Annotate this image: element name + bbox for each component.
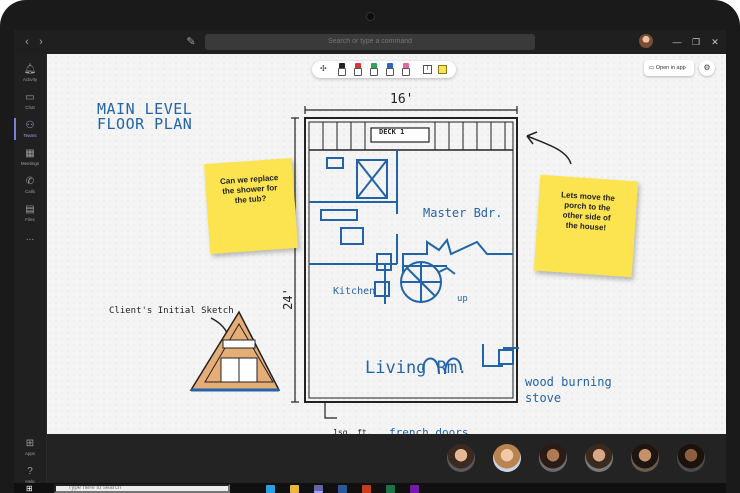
excel-icon[interactable] [386,485,395,493]
app-rail: 🔔︎ Activity ▭ Chat ⚇ Teams ▦ Meetings ✆ … [14,54,46,493]
help-icon: ? [27,466,33,477]
calendar-icon: ▦ [25,148,35,159]
width-dimension-label: 16' [390,92,414,107]
file-icon: ▤ [25,204,35,215]
rail-item-apps[interactable]: ⊞ Apps [14,434,46,462]
word-icon[interactable] [338,485,347,493]
forward-arrow-icon[interactable]: › [34,34,48,50]
avatar[interactable] [585,444,613,472]
rail-item-more[interactable]: ... [14,228,46,256]
avatar[interactable] [631,444,659,472]
rail-item-files[interactable]: ▤ Files [14,200,46,228]
teams-window: ‹ › ✎ — ❐ ✕ 🔔︎ Activity ▭ Chat ⚇ Teams [14,30,726,493]
sticky-note-shower[interactable]: Can we replace the shower for the tub? [203,158,299,254]
avatar[interactable] [493,444,521,472]
close-icon[interactable]: ✕ [708,34,722,50]
sticky-note-text: Lets move the porch to the other side of… [560,190,616,233]
device-frame: ‹ › ✎ — ❐ ✕ 🔔︎ Activity ▭ Chat ⚇ Teams [0,0,740,493]
whiteboard-canvas[interactable]: ✣ T ▭ Open in app ⚙ MAIN LEVEL FLOOR PLA… [47,54,726,439]
onenote-icon[interactable] [410,485,419,493]
living-room-label: Living Rm. [365,358,468,378]
powerpoint-icon[interactable] [362,485,371,493]
camera-dot [366,12,375,21]
sticky-note-porch[interactable]: Lets move the porch to the other side of… [533,174,639,278]
back-arrow-icon[interactable]: ‹ [20,34,34,50]
rail-item-meetings[interactable]: ▦ Meetings [14,144,46,172]
stairs-up-label: up [457,294,468,304]
teams-taskbar-icon[interactable] [314,485,323,493]
chat-icon: ▭ [25,92,35,103]
edge-icon[interactable] [266,485,275,493]
rail-item-calls[interactable]: ✆ Calls [14,172,46,200]
teams-icon: ⚇ [25,120,35,131]
minimize-icon[interactable]: — [670,34,684,50]
sketch-caption: Client's Initial Sketch [109,306,234,316]
bell-icon: 🔔︎ [23,64,37,75]
height-dimension-label: 24' [280,288,295,310]
taskbar-search-input[interactable] [54,484,230,493]
avatar[interactable] [539,444,567,472]
avatar[interactable] [677,444,705,472]
windows-taskbar: ⊞ [14,483,726,493]
sticky-note-text: Can we replace the shower for the tub? [219,173,279,206]
apps-icon: ⊞ [25,438,35,449]
phone-icon: ✆ [25,176,35,187]
participant-strip [47,434,726,483]
avatar[interactable] [639,34,653,48]
rail-item-chat[interactable]: ▭ Chat [14,88,46,116]
maximize-icon[interactable]: ❐ [689,34,703,50]
title-bar: ‹ › ✎ — ❐ ✕ [14,30,726,54]
rail-item-teams[interactable]: ⚇ Teams [14,116,46,144]
avatar[interactable] [447,444,475,472]
deck-label: DECK 1 [379,128,405,136]
search-input[interactable] [205,34,535,50]
rail-item-activity[interactable]: 🔔︎ Activity [14,60,46,88]
windows-start-icon[interactable]: ⊞ [26,484,35,493]
wood-stove-label: wood burning stove [525,375,612,405]
compose-icon[interactable]: ✎ [184,34,198,50]
explorer-icon[interactable] [290,485,299,493]
master-bedroom-label: Master Bdr. [423,206,503,220]
more-icon: ... [25,232,35,243]
kitchen-label: Kitchen [333,286,376,297]
